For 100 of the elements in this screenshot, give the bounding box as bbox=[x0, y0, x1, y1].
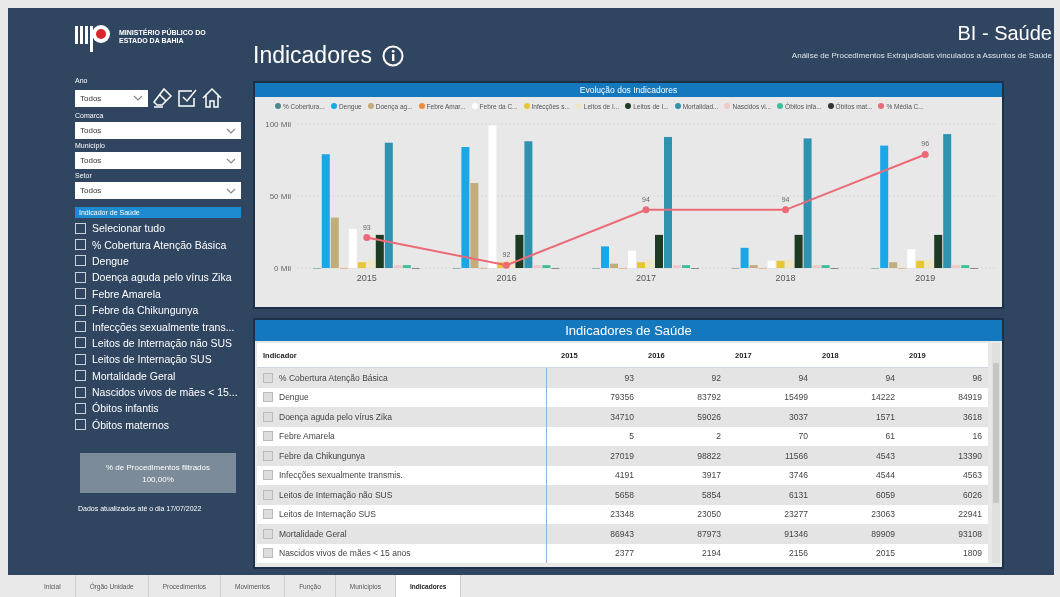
expand-icon[interactable] bbox=[263, 411, 273, 422]
table-cell: Infecções sexualmente transmis. bbox=[279, 470, 403, 481]
table-cell-text: 86943 bbox=[609, 528, 634, 539]
checkbox-item[interactable]: % Cobertura Atenção Básica bbox=[75, 236, 241, 253]
table-cell-text: 27019 bbox=[609, 450, 634, 461]
expand-icon[interactable] bbox=[263, 450, 273, 461]
checkbox[interactable] bbox=[75, 386, 86, 398]
expand-icon[interactable] bbox=[263, 489, 273, 500]
card-label: % de Procedimentos filtrados bbox=[105, 462, 211, 472]
table-cell: Febre da Chikungunya bbox=[279, 450, 365, 461]
app-subtitle: Análise de Procedimentos Extrajudiciais vinculados a Assuntos de Saúde bbox=[791, 51, 1052, 60]
table-cell-text: 6059 bbox=[875, 489, 895, 500]
checkbox[interactable] bbox=[75, 304, 86, 316]
table-cell-text: 3917 bbox=[701, 470, 721, 481]
checkbox-item[interactable]: Leitos de Internação SUS bbox=[75, 351, 241, 368]
app-title: BI - Saúde bbox=[957, 22, 1052, 45]
checkbox[interactable] bbox=[75, 370, 86, 382]
checkbox[interactable] bbox=[75, 255, 86, 267]
table-cell: Leitos de Internação não SUS bbox=[279, 489, 393, 500]
table-cell-text: 59026 bbox=[696, 411, 721, 422]
table-cell-text: 13390 bbox=[957, 450, 982, 461]
line-point[interactable] bbox=[642, 205, 650, 213]
table-cell-text: 94 bbox=[797, 372, 808, 383]
checkbox-item[interactable]: Leitos de Internação não SUS bbox=[75, 334, 241, 352]
expand-icon[interactable] bbox=[263, 548, 273, 559]
bar[interactable] bbox=[375, 234, 384, 268]
table-cell-text: 92 bbox=[710, 372, 721, 383]
chevron-icon bbox=[226, 127, 236, 134]
filter-dropdown[interactable]: Todos bbox=[75, 182, 241, 199]
table-cell-text: 89909 bbox=[870, 528, 895, 539]
table-cell-text: 2194 bbox=[701, 548, 721, 559]
checkbox-item[interactable]: Mortalidade Geral bbox=[75, 367, 241, 384]
expand-icon[interactable] bbox=[263, 470, 273, 481]
info-icon[interactable] bbox=[381, 44, 404, 67]
checkbox-item[interactable]: Doença aguda pelo vírus Zika bbox=[75, 269, 241, 286]
table-cell-text: 5658 bbox=[614, 489, 634, 500]
table-cell-text: 5 bbox=[628, 431, 634, 442]
table-cell: Febre Amarela bbox=[279, 431, 335, 442]
table-cell-text: 23063 bbox=[870, 509, 895, 520]
filter-dropdown[interactable]: Todos bbox=[75, 89, 148, 107]
checkbox-item[interactable]: Infecções sexualmente trans... bbox=[75, 318, 241, 335]
expand-icon[interactable] bbox=[263, 528, 273, 539]
checkbox-item[interactable]: Selecionar tudo bbox=[75, 220, 241, 237]
line-point[interactable] bbox=[782, 205, 790, 213]
scrollbar[interactable] bbox=[992, 343, 1000, 563]
checkbox-item[interactable]: Óbitos maternos bbox=[75, 416, 241, 434]
line-point[interactable] bbox=[921, 150, 929, 158]
checkbox[interactable] bbox=[75, 239, 86, 251]
table-cell-text: 79356 bbox=[609, 392, 634, 403]
line-point[interactable] bbox=[502, 261, 510, 269]
checkbox[interactable] bbox=[75, 419, 86, 431]
filter-dropdown[interactable]: Todos bbox=[75, 152, 241, 169]
axis-tick-label: 2016 bbox=[496, 272, 517, 283]
axis-tick-label: 2018 bbox=[775, 272, 796, 283]
checkbox-item[interactable]: Óbitos infantis bbox=[75, 400, 241, 417]
bar[interactable] bbox=[655, 234, 663, 268]
expand-icon[interactable] bbox=[263, 431, 273, 442]
table-cell-text: 16 bbox=[971, 431, 982, 442]
checkbox[interactable] bbox=[75, 288, 86, 300]
expand-icon[interactable] bbox=[263, 509, 273, 520]
card-value: 100,00% bbox=[142, 474, 174, 484]
table-cell-text: 2377 bbox=[614, 548, 634, 559]
table-cell-text: 3037 bbox=[788, 411, 808, 422]
checkbox-item[interactable]: Febre Amarela bbox=[75, 285, 241, 302]
home-icon[interactable] bbox=[201, 87, 223, 109]
checkbox-item[interactable]: Nascidos vivos de mães < 15... bbox=[75, 383, 241, 401]
table-cell-text: 2015 bbox=[875, 548, 895, 559]
table-cell-text: 93108 bbox=[957, 528, 982, 539]
chart-title: Evolução dos Indicadores bbox=[255, 82, 1002, 97]
checkbox-icon[interactable] bbox=[176, 87, 198, 109]
checkbox-item[interactable]: Febre da Chikungunya bbox=[75, 301, 241, 319]
table-cell-text: 4191 bbox=[614, 470, 634, 481]
table-cell-text: 4544 bbox=[875, 470, 895, 481]
table-cell: Mortalidade Geral bbox=[279, 528, 347, 539]
table-cell-text: 83792 bbox=[696, 392, 721, 403]
table-cell-text: 23348 bbox=[609, 509, 634, 520]
bar[interactable] bbox=[794, 234, 803, 268]
checkbox[interactable] bbox=[75, 271, 86, 283]
eraser-icon[interactable] bbox=[151, 87, 173, 109]
checkbox-item[interactable]: Dengue bbox=[75, 252, 241, 270]
bar[interactable] bbox=[515, 234, 524, 268]
table-cell-text: 84919 bbox=[957, 392, 982, 403]
checkbox[interactable] bbox=[75, 222, 86, 234]
expand-icon[interactable] bbox=[263, 372, 273, 383]
expand-icon[interactable] bbox=[263, 392, 273, 403]
table-cell-text: 70 bbox=[797, 431, 808, 442]
line-point[interactable] bbox=[363, 233, 371, 241]
checkbox[interactable] bbox=[75, 337, 86, 349]
checkbox[interactable] bbox=[75, 403, 86, 414]
table-cell-text: 1809 bbox=[962, 548, 982, 559]
checkbox[interactable] bbox=[75, 353, 86, 365]
table-cell-text: 4563 bbox=[962, 470, 982, 481]
checkbox[interactable] bbox=[75, 321, 86, 333]
table-cell-text: 23277 bbox=[783, 509, 808, 520]
filter-dropdown[interactable]: Todos bbox=[75, 122, 241, 139]
bar[interactable] bbox=[934, 234, 943, 268]
table-cell-text: 91346 bbox=[783, 528, 808, 539]
table-cell-text: 1571 bbox=[875, 411, 895, 422]
table-cell: Doença aguda pelo vírus Zika bbox=[279, 411, 392, 422]
axis-tick-label: 100 Mil bbox=[265, 119, 291, 129]
